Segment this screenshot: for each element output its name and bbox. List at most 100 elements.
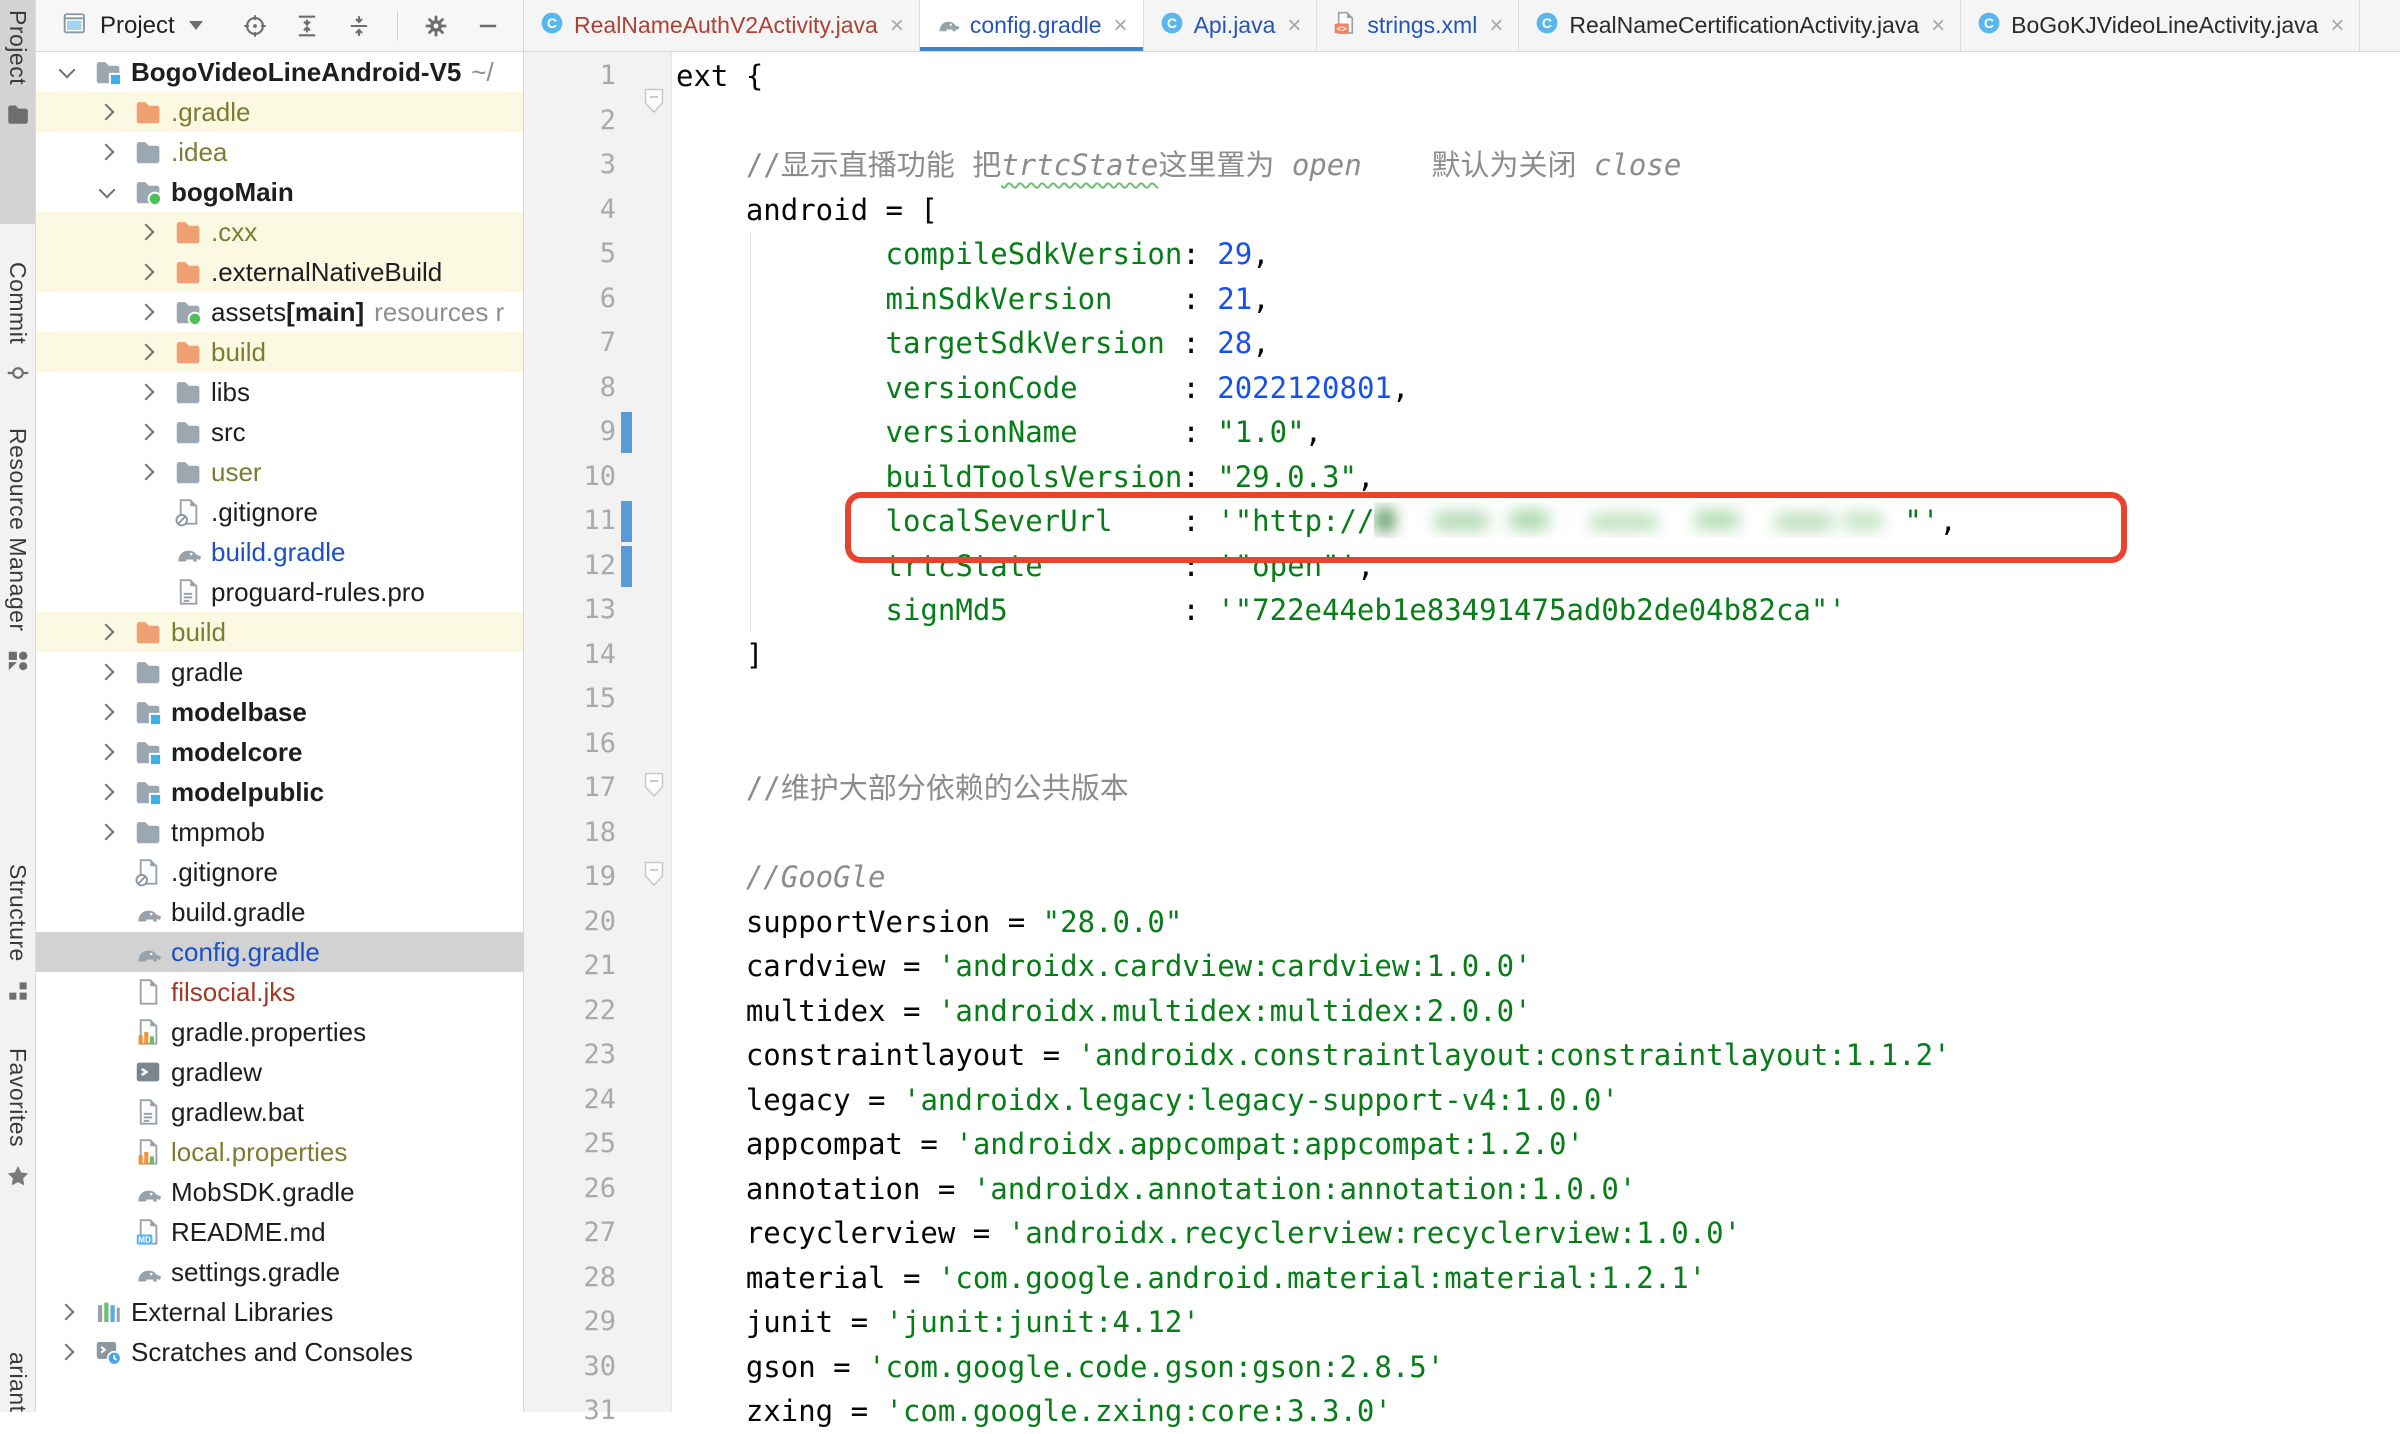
code-line-24[interactable]: legacy = 'androidx.legacy:legacy-support… [676, 1078, 1619, 1123]
code-line-1[interactable]: ext { [676, 54, 763, 99]
tree-item-idea[interactable]: .idea [36, 132, 523, 172]
tab-bogokjvideolineactivity-java[interactable]: CBoGoKJVideoLineActivity.java× [1961, 0, 2360, 51]
chevron-right-icon[interactable] [95, 140, 119, 164]
close-icon[interactable]: × [1931, 12, 1945, 40]
code-line-5[interactable]: compileSdkVersion: 29, [676, 232, 1270, 277]
project-panel-title[interactable]: Project [100, 12, 175, 40]
tree-item-readme-md[interactable]: MDREADME.md [36, 1212, 523, 1252]
stripe-item-resource-manager[interactable]: Resource Manager [0, 418, 35, 714]
chevron-right-icon[interactable] [95, 620, 119, 644]
chevron-right-icon[interactable] [55, 1300, 79, 1324]
tree-item-local-properties[interactable]: local.properties [36, 1132, 523, 1172]
code-line-22[interactable]: multidex = 'androidx.multidex:multidex:2… [676, 989, 1532, 1034]
tree-item-config-gradle[interactable]: config.gradle [36, 932, 523, 972]
collapse-all-icon[interactable] [345, 12, 373, 40]
code-line-19[interactable]: //GooGle [676, 855, 886, 900]
tree-item-assets[interactable]: assets [main]resources r [36, 292, 523, 332]
code-line-4[interactable]: android = [ [676, 188, 938, 233]
tree-item-settings-gradle[interactable]: settings.gradle [36, 1252, 523, 1292]
chevron-right-icon[interactable] [55, 1340, 79, 1364]
editor[interactable]: 1234567891011121314151617181920212223242… [524, 52, 2400, 1412]
close-icon[interactable]: × [1114, 12, 1128, 40]
tree-item-build[interactable]: build [36, 332, 523, 372]
stripe-item-favorites[interactable]: Favorites [0, 1038, 35, 1190]
chevron-right-icon[interactable] [135, 300, 159, 324]
tree-item-bogovideolineandroid-v5[interactable]: BogoVideoLineAndroid-V5~/ [36, 52, 523, 92]
chevron-right-icon[interactable] [95, 660, 119, 684]
chevron-right-icon[interactable] [95, 820, 119, 844]
code-line-23[interactable]: constraintlayout = 'androidx.constraintl… [676, 1033, 1951, 1078]
code-line-17[interactable]: //维护大部分依赖的公共版本 [676, 766, 1129, 811]
tree-item-gradle[interactable]: gradle [36, 652, 523, 692]
tree-item-modelcore[interactable]: modelcore [36, 732, 523, 772]
tree-item-filsocial-jks[interactable]: filsocial.jks [36, 972, 523, 1012]
tree-item-build-gradle[interactable]: build.gradle [36, 532, 523, 572]
tree-item-modelbase[interactable]: modelbase [36, 692, 523, 732]
tree-item-libs[interactable]: libs [36, 372, 523, 412]
tree-item-cxx[interactable]: .cxx [36, 212, 523, 252]
close-icon[interactable]: × [1287, 12, 1301, 40]
chevron-right-icon[interactable] [95, 100, 119, 124]
code-line-27[interactable]: recyclerview = 'androidx.recyclerview:re… [676, 1211, 1741, 1256]
code-line-30[interactable]: gson = 'com.google.code.gson:gson:2.8.5' [676, 1345, 1444, 1390]
hide-icon[interactable] [474, 12, 502, 40]
chevron-right-icon[interactable] [135, 420, 159, 444]
code-line-7[interactable]: targetSdkVersion : 28, [676, 321, 1270, 366]
code-line-3[interactable]: //显示直播功能 把trtcState这里置为 open 默认为关闭 close [676, 143, 1681, 188]
close-icon[interactable]: × [1489, 12, 1503, 40]
expand-all-icon[interactable] [293, 12, 321, 40]
tree-item-build[interactable]: build [36, 612, 523, 652]
code-line-26[interactable]: annotation = 'androidx.annotation:annota… [676, 1167, 1636, 1212]
tree-item-bogomain[interactable]: bogoMain [36, 172, 523, 212]
tab-realnamecertificationactivity-java[interactable]: CRealNameCertificationActivity.java× [1519, 0, 1961, 51]
fold-marker-icon[interactable] [644, 88, 664, 119]
chevron-right-icon[interactable] [135, 340, 159, 364]
chevron-down-icon[interactable] [189, 21, 203, 30]
tab-api-java[interactable]: CApi.java× [1144, 0, 1318, 51]
tab-realnameauthv2activity-java[interactable]: CRealNameAuthV2Activity.java× [524, 0, 920, 51]
code-line-8[interactable]: versionCode : 2022120801, [676, 366, 1409, 411]
tree-item-modelpublic[interactable]: modelpublic [36, 772, 523, 812]
tree-item-src[interactable]: src [36, 412, 523, 452]
tree-item-gitignore[interactable]: .gitignore [36, 492, 523, 532]
tree-item-gradle-properties[interactable]: gradle.properties [36, 1012, 523, 1052]
tree-item-build-gradle[interactable]: build.gradle [36, 892, 523, 932]
stripe-item-build-variants[interactable]: ariants [0, 1342, 35, 1412]
chevron-right-icon[interactable] [135, 460, 159, 484]
code-line-21[interactable]: cardview = 'androidx.cardview:cardview:1… [676, 944, 1532, 989]
code-line-29[interactable]: junit = 'junit:junit:4.12' [676, 1300, 1200, 1345]
tree-item-tmpmob[interactable]: tmpmob [36, 812, 523, 852]
code-line-9[interactable]: versionName : "1.0", [676, 410, 1322, 455]
tree-item-user[interactable]: user [36, 452, 523, 492]
tab-config-gradle[interactable]: config.gradle× [920, 0, 1144, 51]
stripe-item-commit[interactable]: Commit [0, 252, 35, 412]
tree-item-gradlew[interactable]: gradlew [36, 1052, 523, 1092]
stripe-item-project[interactable]: Project [0, 0, 35, 224]
code-line-28[interactable]: material = 'com.google.android.material:… [676, 1256, 1706, 1301]
chevron-right-icon[interactable] [135, 260, 159, 284]
tree-item-externalnativebuild[interactable]: .externalNativeBuild [36, 252, 523, 292]
tree-item-gradle[interactable]: .gradle [36, 92, 523, 132]
close-icon[interactable]: × [2330, 12, 2344, 40]
chevron-right-icon[interactable] [135, 220, 159, 244]
tree-item-gradlew-bat[interactable]: gradlew.bat [36, 1092, 523, 1132]
tab-strings-xml[interactable]: <>strings.xml× [1317, 0, 1519, 51]
stripe-item-structure[interactable]: Structure [0, 854, 35, 1020]
code-area[interactable]: ext { //显示直播功能 把trtcState这里置为 open 默认为关闭… [672, 52, 2400, 1412]
chevron-right-icon[interactable] [95, 700, 119, 724]
tree-item-external-libraries[interactable]: External Libraries [36, 1292, 523, 1332]
fold-marker-icon[interactable] [644, 861, 664, 892]
code-line-6[interactable]: minSdkVersion : 21, [676, 277, 1270, 322]
tree-item-proguard-rules-pro[interactable]: proguard-rules.pro [36, 572, 523, 612]
tree-item-scratches-and-consoles[interactable]: Scratches and Consoles [36, 1332, 523, 1372]
code-line-13[interactable]: signMd5 : '"722e44eb1e83491475ad0b2de04b… [676, 588, 1846, 633]
code-line-25[interactable]: appcompat = 'androidx.appcompat:appcompa… [676, 1122, 1584, 1167]
chevron-right-icon[interactable] [135, 380, 159, 404]
tree-item-gitignore[interactable]: .gitignore [36, 852, 523, 892]
code-line-14[interactable]: ] [676, 633, 763, 678]
tree-item-mobsdk-gradle[interactable]: MobSDK.gradle [36, 1172, 523, 1212]
code-line-20[interactable]: supportVersion = "28.0.0" [676, 900, 1182, 945]
chevron-right-icon[interactable] [95, 780, 119, 804]
locate-icon[interactable] [241, 12, 269, 40]
close-icon[interactable]: × [890, 12, 904, 40]
